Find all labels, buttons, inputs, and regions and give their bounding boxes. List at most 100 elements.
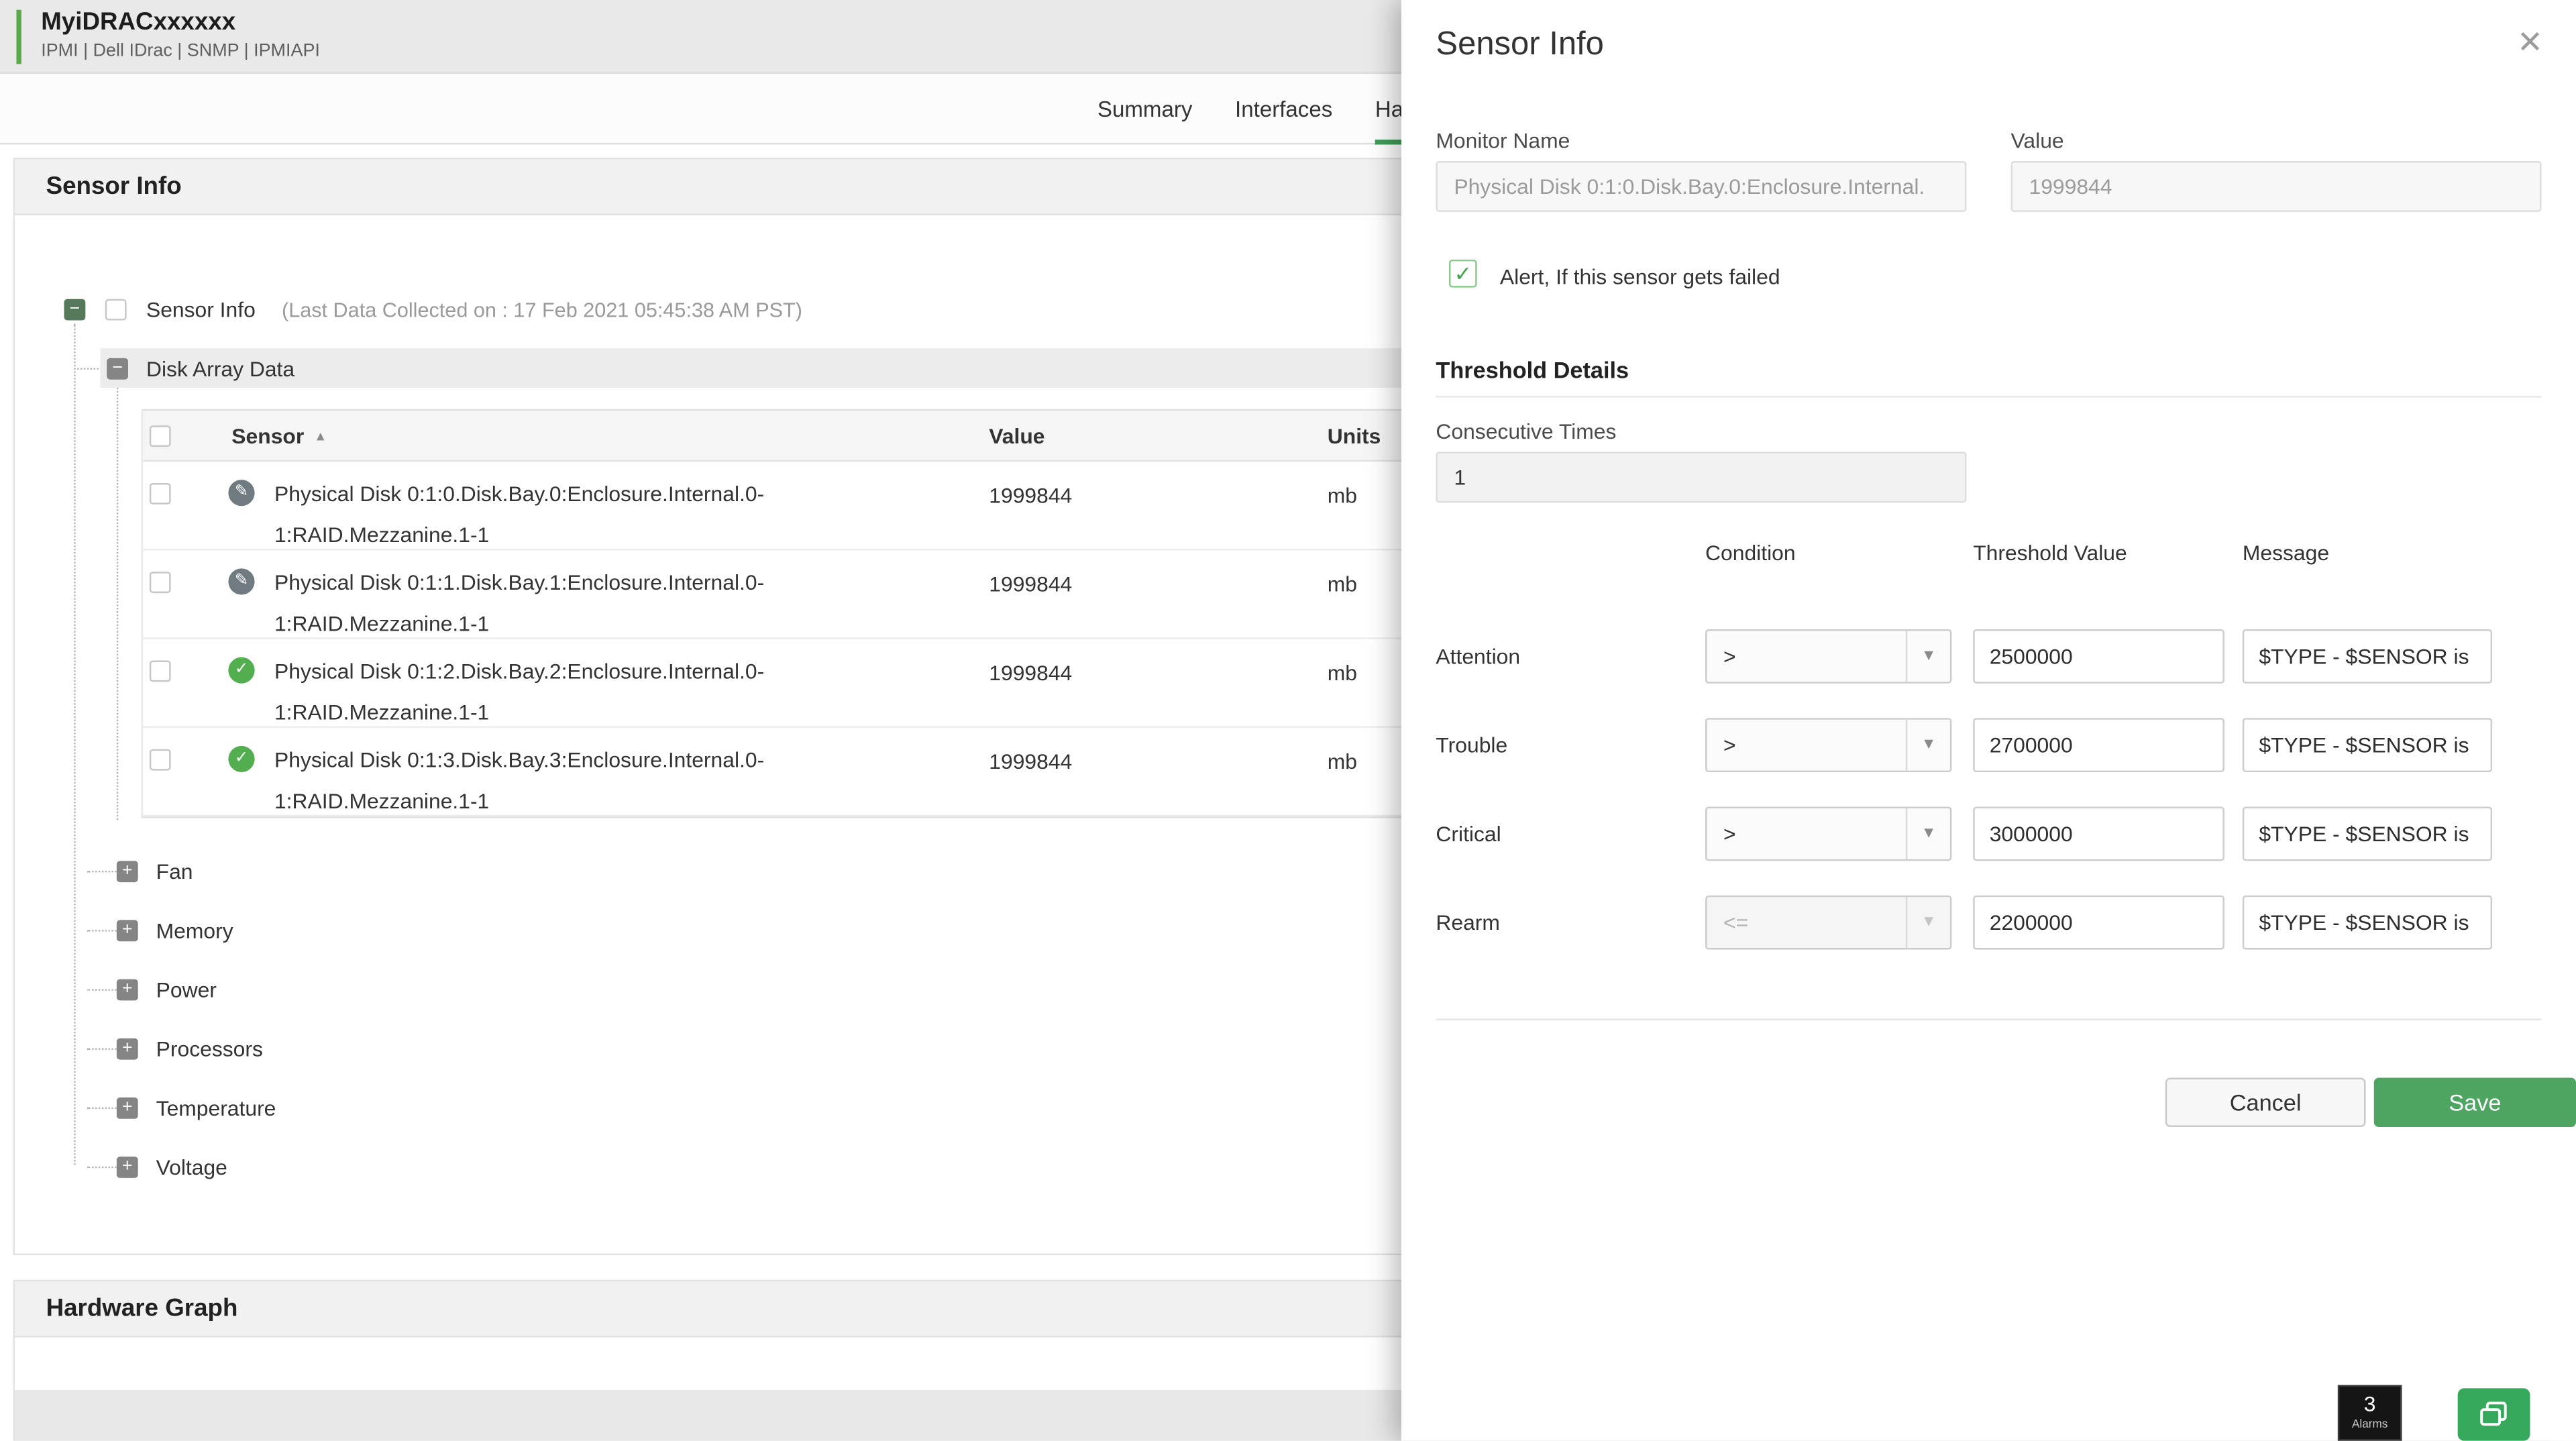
tree-item[interactable]: + Fan [117,841,276,900]
sensor-name: Physical Disk 0:1:1.Disk.Bay.1:Enclosure… [274,562,780,644]
message-input[interactable] [2243,629,2492,684]
expand-toggle-icon[interactable]: + [117,1097,138,1118]
tree-guide-line [74,323,75,1165]
tree-group-label: Disk Array Data [146,356,294,380]
condition-selected-value: > [1723,733,1736,757]
sensor-category-tree: + Fan + Memory + Power + [117,841,276,1196]
tree-item[interactable]: + Processors [117,1018,276,1077]
save-button[interactable]: Save [2374,1078,2576,1127]
tree-item-label: Memory [156,918,233,943]
threshold-value-input[interactable] [1973,896,2224,950]
column-header-sensor-label: Sensor [231,424,304,449]
row-checkbox[interactable] [150,483,171,504]
row-checkbox[interactable] [150,660,171,682]
chevron-down-icon: ▾ [1906,720,1950,771]
tree-root-row: − Sensor Info (Last Data Collected on : … [64,297,802,322]
threshold-row-label: Rearm [1436,896,1500,950]
table-row[interactable]: Physical Disk 0:1:3.Disk.Bay.3:Enclosure… [143,728,1403,816]
table-row[interactable]: Physical Disk 0:1:2.Disk.Bay.2:Enclosure… [143,639,1403,728]
tab-label: Interfaces [1235,97,1332,121]
condition-selected-value: > [1723,644,1736,669]
sensor-status-icon [228,480,254,506]
threshold-row-label: Critical [1436,806,1501,861]
monitor-name-input [1436,161,1966,212]
sensor-value: 1999844 [989,483,1072,508]
threshold-column-headers: Condition Threshold Value Message [1436,541,2541,567]
collapse-toggle-icon[interactable]: − [107,358,128,379]
consecutive-times-input[interactable] [1436,451,1966,502]
message-input[interactable] [2243,896,2492,950]
select-all-checkbox[interactable] [150,425,171,447]
cancel-button[interactable]: Cancel [2165,1078,2366,1127]
alert-checkbox[interactable]: ✓ [1449,260,1477,288]
sensor-value: 1999844 [989,660,1072,685]
tab[interactable]: Interfaces [1235,74,1332,144]
table-row[interactable]: Physical Disk 0:1:0.Disk.Bay.0:Enclosure… [143,462,1403,550]
condition-select[interactable]: <= ▾ [1705,896,1951,950]
root-checkbox[interactable] [105,299,127,321]
tab-label: Summary [1097,97,1192,121]
sensor-value: 1999844 [989,749,1072,774]
device-accent-bar [16,10,21,64]
collapse-toggle-icon[interactable]: − [64,299,86,321]
threshold-row: Rearm <= ▾ [1436,896,2541,950]
alarms-badge[interactable]: 3 Alarms [2338,1385,2402,1440]
threshold-value-input[interactable] [1973,718,2224,772]
tree-item-label: Processors [156,1036,263,1061]
tree-item[interactable]: + Memory [117,900,276,959]
sensor-table: Sensor ▲ Value Units Physical Disk 0:1:0.… [142,409,1403,818]
threshold-row-label: Attention [1436,629,1520,684]
tree-guide-line [117,388,118,820]
row-checkbox[interactable] [150,572,171,593]
row-checkbox[interactable] [150,749,171,771]
message-column-header: Message [2243,541,2329,566]
sensor-info-panel: Sensor Info ✕ Monitor Name Value ✓ Alert… [1401,0,2576,1441]
threshold-row-label: Trouble [1436,718,1507,772]
sensor-table-header: Sensor ▲ Value Units [143,409,1403,462]
expand-toggle-icon[interactable]: + [117,1038,138,1059]
column-header-value: Value [989,424,1044,449]
expand-toggle-icon[interactable]: + [117,1156,138,1177]
tree-item[interactable]: + Power [117,959,276,1018]
screen: MyiDRACxxxxxx IPMI | Dell IDrac | SNMP |… [0,0,2576,1441]
condition-select[interactable]: > ▾ [1705,718,1951,772]
condition-select[interactable]: > ▾ [1705,629,1951,684]
expand-toggle-icon[interactable]: + [117,978,138,1000]
sensor-value: 1999844 [989,572,1072,596]
sensor-units: mb [1328,660,1357,685]
sensor-status-icon [228,746,254,772]
condition-select[interactable]: > ▾ [1705,806,1951,861]
tree-item[interactable]: + Temperature [117,1078,276,1137]
tree-guide-line [74,368,102,370]
tree-item-label: Voltage [156,1154,227,1179]
sort-asc-icon: ▲ [314,429,327,443]
monitor-name-label: Monitor Name [1436,128,1570,153]
alarm-count: 3 [2339,1390,2400,1420]
threshold-value-input[interactable] [1973,806,2224,861]
column-header-sensor[interactable]: Sensor ▲ [231,424,327,449]
sensor-units: mb [1328,749,1357,774]
device-name: MyiDRACxxxxxx [41,8,235,36]
panel-title: Sensor Info [1436,26,1604,64]
table-row[interactable]: Physical Disk 0:1:1.Disk.Bay.1:Enclosure… [143,550,1403,639]
column-header-units: Units [1328,424,1381,449]
support-chat-button[interactable] [2458,1388,2530,1440]
sensor-units: mb [1328,572,1357,596]
threshold-value-input[interactable] [1973,629,2224,684]
chevron-down-icon: ▾ [1906,897,1950,948]
close-icon[interactable]: ✕ [2517,25,2543,62]
alarm-count-label: Alarms [2339,1420,2400,1431]
tree-item[interactable]: + Voltage [117,1137,276,1196]
condition-column-header: Condition [1705,541,1796,566]
sensor-name: Physical Disk 0:1:2.Disk.Bay.2:Enclosure… [274,651,780,733]
sensor-units: mb [1328,483,1357,508]
expand-toggle-icon[interactable]: + [117,919,138,941]
message-input[interactable] [2243,718,2492,772]
tree-group-disk-array[interactable]: − Disk Array Data [100,348,1403,388]
condition-selected-value: > [1723,821,1736,846]
sensor-name: Physical Disk 0:1:0.Disk.Bay.0:Enclosure… [274,473,780,555]
tree-root-label: Sensor Info [146,297,256,322]
expand-toggle-icon[interactable]: + [117,860,138,882]
tab[interactable]: Summary [1097,74,1192,144]
message-input[interactable] [2243,806,2492,861]
